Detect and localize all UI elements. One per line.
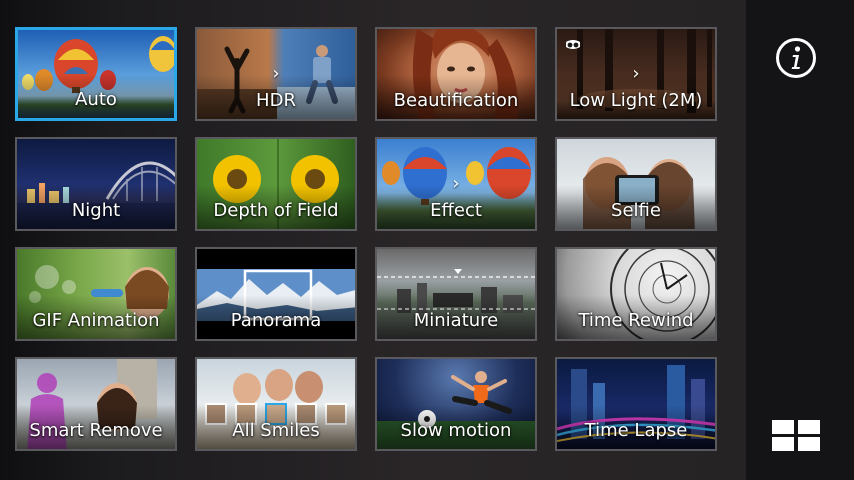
- mode-label: Slow motion: [400, 420, 512, 441]
- grid-view-button[interactable]: [772, 420, 820, 451]
- info-button[interactable]: [775, 37, 817, 79]
- mode-tile-all-smiles[interactable]: All Smiles: [195, 357, 357, 451]
- mode-label: Beautification: [393, 90, 519, 111]
- mode-label: HDR: [256, 90, 296, 111]
- mode-tile-effect[interactable]: › Effect: [375, 137, 537, 231]
- mode-label: Time Rewind: [578, 310, 694, 331]
- mode-label: All Smiles: [232, 420, 320, 441]
- mode-tile-panorama[interactable]: Panorama: [195, 247, 357, 341]
- mode-label: GIF Animation: [32, 310, 160, 331]
- info-circle-icon: [776, 38, 816, 78]
- grid-view-icon: [772, 420, 820, 451]
- mode-label: Panorama: [230, 310, 322, 331]
- mode-tile-slow-motion[interactable]: Slow motion: [375, 357, 537, 451]
- mode-tile-selfie[interactable]: Selfie: [555, 137, 717, 231]
- mode-tile-smart-remove[interactable]: Smart Remove: [15, 357, 177, 451]
- mode-tile-depth-of-field[interactable]: Depth of Field: [195, 137, 357, 231]
- mode-tile-night[interactable]: Night: [15, 137, 177, 231]
- mode-tile-miniature[interactable]: Miniature: [375, 247, 537, 341]
- mode-label: Miniature: [413, 310, 499, 331]
- mode-tile-beautification[interactable]: Beautification: [375, 27, 537, 121]
- mode-tile-auto[interactable]: Auto: [15, 27, 177, 121]
- mode-label: Low Light (2M): [569, 90, 703, 111]
- mode-label: Depth of Field: [213, 200, 339, 221]
- mode-label: Effect: [430, 200, 482, 221]
- mode-tile-low-light[interactable]: › Low Light (2M): [555, 27, 717, 121]
- mode-tile-hdr[interactable]: › HDR: [195, 27, 357, 121]
- mode-label: Night: [71, 200, 121, 221]
- mode-label: Time Lapse: [584, 420, 688, 441]
- mode-label: Selfie: [611, 200, 661, 221]
- owl-icon: [565, 36, 581, 49]
- mode-label: Smart Remove: [29, 420, 163, 441]
- mode-tile-gif-animation[interactable]: GIF Animation: [15, 247, 177, 341]
- mode-tile-time-rewind[interactable]: Time Rewind: [555, 247, 717, 341]
- mode-tile-time-lapse[interactable]: Time Lapse: [555, 357, 717, 451]
- mode-label: Auto: [75, 89, 117, 110]
- camera-mode-grid: Auto › HDR Beautification › Low Light (2…: [0, 0, 746, 480]
